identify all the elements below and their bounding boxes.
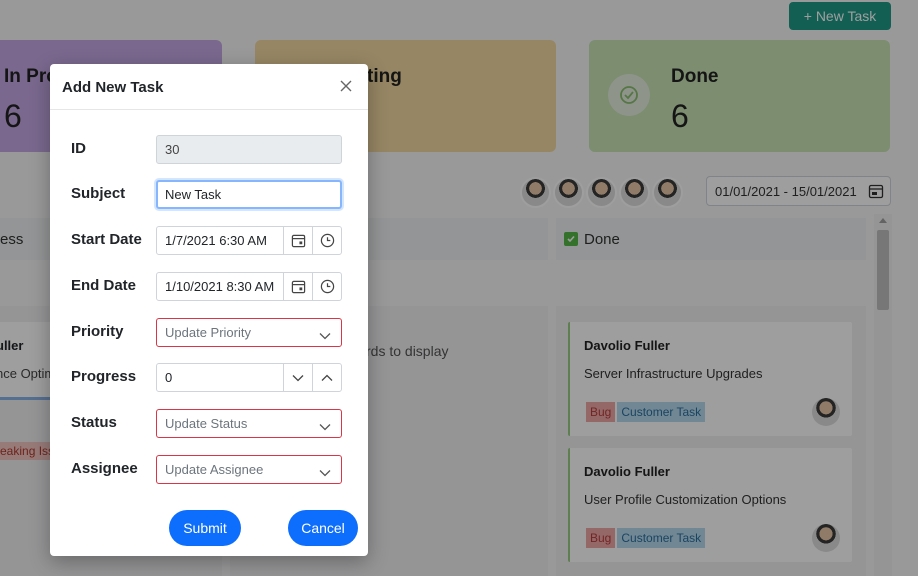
clock-icon[interactable] — [312, 273, 341, 300]
chevron-down-icon[interactable] — [319, 465, 331, 480]
chevron-down-icon[interactable] — [319, 328, 331, 343]
field-row-end-date: End Date 1/10/2021 8:30 AM — [50, 272, 368, 302]
submit-button[interactable]: Submit — [169, 510, 241, 546]
field-row-id: ID 30 — [50, 135, 368, 165]
field-row-priority: Priority Update Priority — [50, 318, 368, 348]
status-label: Status — [71, 414, 117, 431]
assignee-placeholder: Update Assignee — [165, 462, 264, 477]
calendar-icon[interactable] — [283, 227, 312, 254]
start-date-input[interactable]: 1/7/2021 6:30 AM — [156, 226, 342, 255]
id-label: ID — [71, 140, 86, 157]
priority-placeholder: Update Priority — [165, 325, 251, 340]
dialog-title: Add New Task — [62, 79, 164, 96]
status-placeholder: Update Status — [165, 416, 248, 431]
field-row-start-date: Start Date 1/7/2021 6:30 AM — [50, 226, 368, 256]
chevron-down-icon[interactable] — [283, 364, 312, 391]
field-row-assignee: Assignee Update Assignee — [50, 455, 368, 485]
priority-dropdown[interactable]: Update Priority — [156, 318, 342, 347]
clock-icon[interactable] — [312, 227, 341, 254]
field-row-status: Status Update Status — [50, 409, 368, 439]
cancel-button[interactable]: Cancel — [288, 510, 358, 546]
chevron-up-icon[interactable] — [312, 364, 341, 391]
add-task-dialog: Add New Task ID 30 Subject New Task Star… — [50, 64, 368, 556]
start-date-label: Start Date — [71, 231, 142, 248]
end-date-input[interactable]: 1/10/2021 8:30 AM — [156, 272, 342, 301]
field-row-progress: Progress 0 — [50, 363, 368, 393]
assignee-dropdown[interactable]: Update Assignee — [156, 455, 342, 484]
id-value: 30 — [165, 142, 180, 157]
subject-label: Subject — [71, 185, 126, 202]
start-date-value: 1/7/2021 6:30 AM — [165, 233, 267, 248]
progress-stepper[interactable]: 0 — [156, 363, 342, 392]
assignee-label: Assignee — [71, 460, 138, 477]
subject-input[interactable]: New Task — [156, 180, 342, 209]
end-date-value: 1/10/2021 8:30 AM — [165, 279, 275, 294]
id-field: 30 — [156, 135, 342, 164]
dialog-header: Add New Task — [50, 64, 368, 110]
progress-label: Progress — [71, 368, 137, 385]
close-icon[interactable] — [338, 78, 354, 94]
progress-value: 0 — [165, 370, 173, 385]
status-dropdown[interactable]: Update Status — [156, 409, 342, 438]
end-date-label: End Date — [71, 277, 137, 294]
calendar-icon[interactable] — [283, 273, 312, 300]
chevron-down-icon[interactable] — [319, 419, 331, 434]
priority-label: Priority — [71, 323, 124, 340]
subject-value: New Task — [165, 187, 222, 202]
field-row-subject: Subject New Task — [50, 180, 368, 210]
